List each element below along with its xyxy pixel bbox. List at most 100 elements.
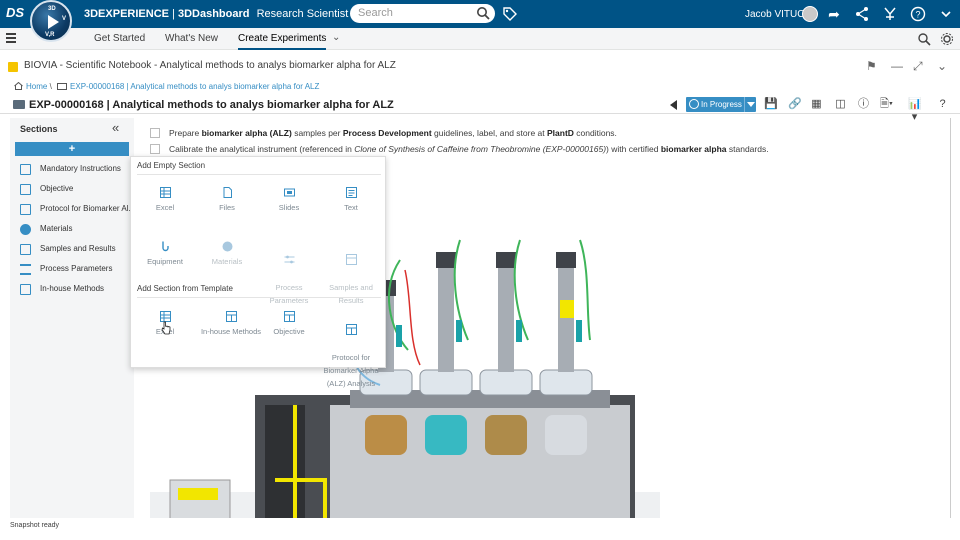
compass-icon[interactable]: 3D V V,R xyxy=(30,0,72,42)
sidebar-item-materials[interactable]: Materials xyxy=(20,222,134,238)
table-icon xyxy=(20,244,31,255)
tab-create-experiments[interactable]: Create Experiments xyxy=(238,33,327,50)
menu-icon[interactable] xyxy=(6,33,16,44)
samples-icon xyxy=(345,254,357,265)
sidebar-item-objective[interactable]: Objective xyxy=(20,182,134,198)
sidebar-item-process-parameters[interactable]: Process Parameters xyxy=(20,262,134,278)
item-label: Slides xyxy=(278,203,300,212)
add-materials-section: Materials xyxy=(196,241,258,268)
sections-title: Sections xyxy=(20,124,58,134)
sidebar-item-label: Samples and Results xyxy=(40,244,116,253)
sliders-icon xyxy=(20,264,31,275)
template-in-house-methods[interactable]: In-house Methods xyxy=(196,311,266,338)
add-section-popover: Add Empty Section Excel Files Slides Tex… xyxy=(130,156,386,388)
item-label: Text xyxy=(344,203,358,212)
item-label: Process Parameters xyxy=(269,283,309,305)
3ds-logo-icon[interactable]: DS xyxy=(6,5,24,20)
analytics-icon[interactable]: 📊▾ xyxy=(908,98,922,123)
step-text-run: guidelines, label, and store at xyxy=(431,128,547,138)
home-icon[interactable] xyxy=(14,82,23,90)
table-icon xyxy=(283,311,295,322)
sidebar-item-label: Mandatory Instructions xyxy=(40,164,121,173)
role-name[interactable]: Research Scientist xyxy=(257,8,349,20)
help-icon[interactable]: ? xyxy=(910,6,926,22)
add-section-button[interactable]: + xyxy=(15,142,129,156)
add-template-section-header: Add Section from Template xyxy=(137,284,233,293)
slides-icon xyxy=(283,188,295,197)
save-icon[interactable]: 💾 xyxy=(764,98,778,111)
template-objective[interactable]: Objective xyxy=(258,311,320,338)
step-checkbox[interactable] xyxy=(150,144,160,154)
relations-icon[interactable]: ▦ xyxy=(810,98,823,111)
vertical-scrollbar[interactable] xyxy=(950,118,951,518)
file-icon xyxy=(223,187,232,198)
breadcrumb-current[interactable]: EXP-00000168 | Analytical methods to ana… xyxy=(70,82,319,91)
sidebar-item-in-house-methods[interactable]: In-house Methods xyxy=(20,282,134,298)
sidebar-item-samples-results[interactable]: Samples and Results xyxy=(20,242,134,258)
add-slides-section[interactable]: Slides xyxy=(258,187,320,214)
table-icon xyxy=(225,311,237,322)
add-excel-section[interactable]: Excel xyxy=(134,187,196,214)
sidebar-item-protocol[interactable]: Protocol for Biomarker Al... xyxy=(20,202,135,218)
sidebar-item-label: In-house Methods xyxy=(40,284,105,293)
tab-get-started[interactable]: Get Started xyxy=(94,33,145,44)
status-bar: Snapshot ready xyxy=(0,518,960,540)
search-icon[interactable] xyxy=(476,6,490,20)
compass-vr-label: V,R xyxy=(45,32,55,38)
network-icon[interactable] xyxy=(854,6,870,22)
template-protocol-biomarker[interactable]: Protocol for Biomarker Alpha (ALZ) Analy… xyxy=(318,311,384,390)
brand-name: 3DEXPERIENCE xyxy=(84,8,169,20)
play-icon[interactable] xyxy=(48,15,59,29)
top-bar: DS 3DEXPERIENCE | 3DDashboard Research S… xyxy=(0,0,960,28)
step-text-run: ) with certified xyxy=(606,144,661,154)
add-files-section[interactable]: Files xyxy=(196,187,258,214)
maximize-icon[interactable]: ⤢ xyxy=(913,59,923,74)
add-empty-section-header: Add Empty Section xyxy=(137,161,206,170)
info-icon[interactable]: ⓘ xyxy=(857,98,870,111)
mouse-cursor-icon xyxy=(161,321,171,335)
apps-icon[interactable] xyxy=(882,6,898,22)
status-icon xyxy=(689,99,699,109)
collapse-icon[interactable]: « xyxy=(112,120,119,135)
breadcrumb-separator: \ xyxy=(49,82,52,91)
step-text-run: Prepare xyxy=(169,128,202,138)
pin-icon[interactable]: ⚑ xyxy=(866,59,877,73)
status-dropdown-icon[interactable] xyxy=(744,97,756,112)
share-icon[interactable]: ➦ xyxy=(826,6,842,22)
svg-text:?: ? xyxy=(915,10,920,20)
widget-chevron-down-icon[interactable]: ⌄ xyxy=(937,59,947,73)
search-field[interactable]: Search xyxy=(350,4,495,23)
divider xyxy=(137,174,381,175)
chevron-down-icon[interactable] xyxy=(938,6,954,22)
materials-icon xyxy=(222,241,232,252)
panel-icon[interactable]: ◫ xyxy=(834,98,847,111)
tab-whats-new[interactable]: What's New xyxy=(165,33,218,44)
step-text-run: PlantD xyxy=(547,128,574,138)
divider xyxy=(137,297,381,298)
avatar[interactable] xyxy=(802,6,818,22)
breadcrumb-home[interactable]: Home xyxy=(26,82,47,91)
search-tab-icon[interactable] xyxy=(917,32,931,46)
add-equipment-section[interactable]: Equipment xyxy=(134,241,196,268)
minimize-icon[interactable]: — xyxy=(891,59,903,73)
help-circle-icon[interactable]: ? xyxy=(936,98,949,111)
table-icon xyxy=(20,284,31,295)
add-text-section[interactable]: Text xyxy=(320,187,382,214)
report-icon[interactable]: 🗎▾ xyxy=(880,98,893,111)
status-label: In Progress xyxy=(701,100,742,109)
step-text-run: conditions. xyxy=(573,128,617,138)
status-button[interactable]: In Progress xyxy=(686,97,756,112)
compass-v-label: V xyxy=(62,16,67,22)
previous-icon[interactable] xyxy=(670,100,677,110)
experiment-title: EXP-00000168 | Analytical methods to ana… xyxy=(29,99,394,111)
tag-icon[interactable] xyxy=(502,6,518,22)
table-icon xyxy=(20,164,31,175)
widget-header: BIOVIA - Scientific Notebook - Analytica… xyxy=(0,58,960,76)
tab-chevron-down-icon[interactable]: ⌄ xyxy=(332,32,340,43)
sidebar-item-mandatory-instructions[interactable]: Mandatory Instructions xyxy=(20,162,134,178)
link-icon[interactable]: 🔗 xyxy=(788,98,802,111)
step-text-run: samples per xyxy=(291,128,343,138)
step-checkbox[interactable] xyxy=(150,128,160,138)
item-label: Equipment xyxy=(147,257,183,266)
settings-icon[interactable] xyxy=(940,32,954,46)
